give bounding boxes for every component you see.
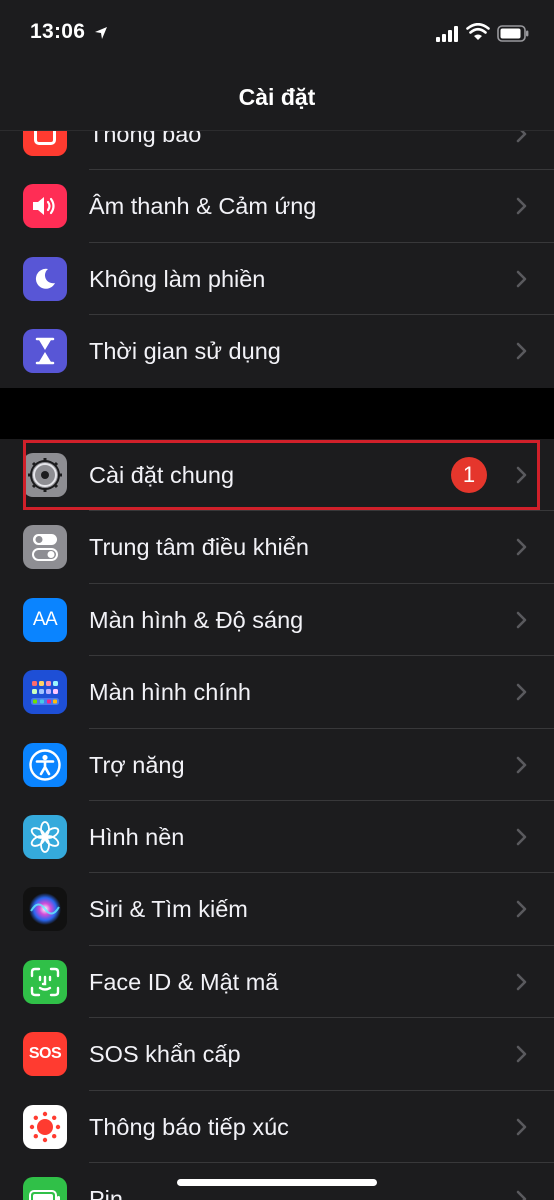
row-label: Siri & Tìm kiếm: [89, 896, 248, 923]
row-label: Màn hình chính: [89, 679, 251, 706]
row-label: SOS khẩn cấp: [89, 1041, 241, 1068]
highlight-box: [23, 440, 540, 510]
row-screen-time[interactable]: Thời gian sử dụng: [0, 315, 554, 387]
wifi-icon: [466, 23, 490, 40]
row-label: Trung tâm điều khiển: [89, 534, 309, 561]
chevron-right-icon: [516, 1118, 527, 1135]
chevron-right-icon: [516, 901, 527, 918]
display-aa-icon: AA: [23, 597, 67, 642]
speaker-icon: [23, 184, 67, 229]
row-label: Thông báo tiếp xúc: [89, 1113, 289, 1140]
row-label: Thời gian sử dụng: [89, 338, 281, 365]
chevron-right-icon: [516, 1190, 527, 1200]
home-indicator[interactable]: [177, 1179, 377, 1186]
row-do-not-disturb[interactable]: Không làm phiền: [0, 243, 554, 316]
settings-group-1: Thông báo Âm thanh & Cảm ứng Không làm p…: [0, 98, 554, 388]
row-label: Không làm phiền: [89, 265, 266, 292]
row-label: Hình nền: [89, 823, 185, 850]
chevron-right-icon: [516, 828, 527, 846]
location-arrow-icon: [95, 27, 107, 39]
row-label: Face ID & Mật mã: [89, 968, 279, 995]
row-wallpaper[interactable]: Hình nền: [0, 801, 554, 874]
accessibility-icon: [23, 742, 67, 787]
siri-icon: [23, 887, 67, 932]
chevron-right-icon: [516, 1045, 527, 1063]
cellular-signal-icon: [436, 26, 458, 42]
row-display-brightness[interactable]: AA Màn hình & Độ sáng: [0, 584, 554, 657]
chevron-right-icon: [516, 756, 527, 773]
row-home-screen[interactable]: Màn hình chính: [0, 656, 554, 729]
toggles-icon: [23, 525, 67, 570]
chevron-right-icon: [516, 198, 527, 215]
row-siri-search[interactable]: Siri & Tìm kiếm: [0, 873, 554, 946]
row-label: Âm thanh & Cảm ứng: [89, 193, 317, 220]
chevron-right-icon: [516, 683, 527, 701]
exposure-notification-icon: [23, 1104, 67, 1149]
chevron-right-icon: [516, 973, 527, 991]
status-bar: 13:06: [0, 0, 554, 70]
row-emergency-sos[interactable]: SOS SOS khẩn cấp: [0, 1018, 554, 1091]
row-exposure-notifications[interactable]: Thông báo tiếp xúc: [0, 1091, 554, 1163]
row-sounds-haptics[interactable]: Âm thanh & Cảm ứng: [0, 170, 554, 243]
home-screen-icon: [23, 670, 67, 715]
page-title: Cài đặt: [238, 84, 316, 110]
wallpaper-flower-icon: [23, 814, 67, 859]
chevron-right-icon: [516, 611, 527, 629]
row-control-center[interactable]: Trung tâm điều khiển: [0, 511, 554, 584]
face-id-icon: [23, 959, 67, 1004]
chevron-right-icon: [516, 270, 527, 288]
sos-icon: SOS: [23, 1032, 67, 1077]
moon-icon: [23, 256, 67, 301]
chevron-right-icon: [516, 539, 527, 556]
settings-group-2: Cài đặt chung 1 Trung tâm điều khiển AA …: [0, 439, 554, 1200]
chevron-right-icon: [516, 342, 527, 360]
row-accessibility[interactable]: Trợ năng: [0, 729, 554, 801]
battery-settings-icon: [23, 1176, 67, 1200]
status-time: 13:06: [30, 20, 86, 43]
hourglass-icon: [23, 329, 67, 374]
row-label: Trợ năng: [89, 751, 185, 778]
row-label: Pin: [89, 1185, 123, 1200]
row-face-id-passcode[interactable]: Face ID & Mật mã: [0, 946, 554, 1019]
battery-icon: [497, 25, 529, 42]
row-label: Màn hình & Độ sáng: [89, 606, 304, 633]
